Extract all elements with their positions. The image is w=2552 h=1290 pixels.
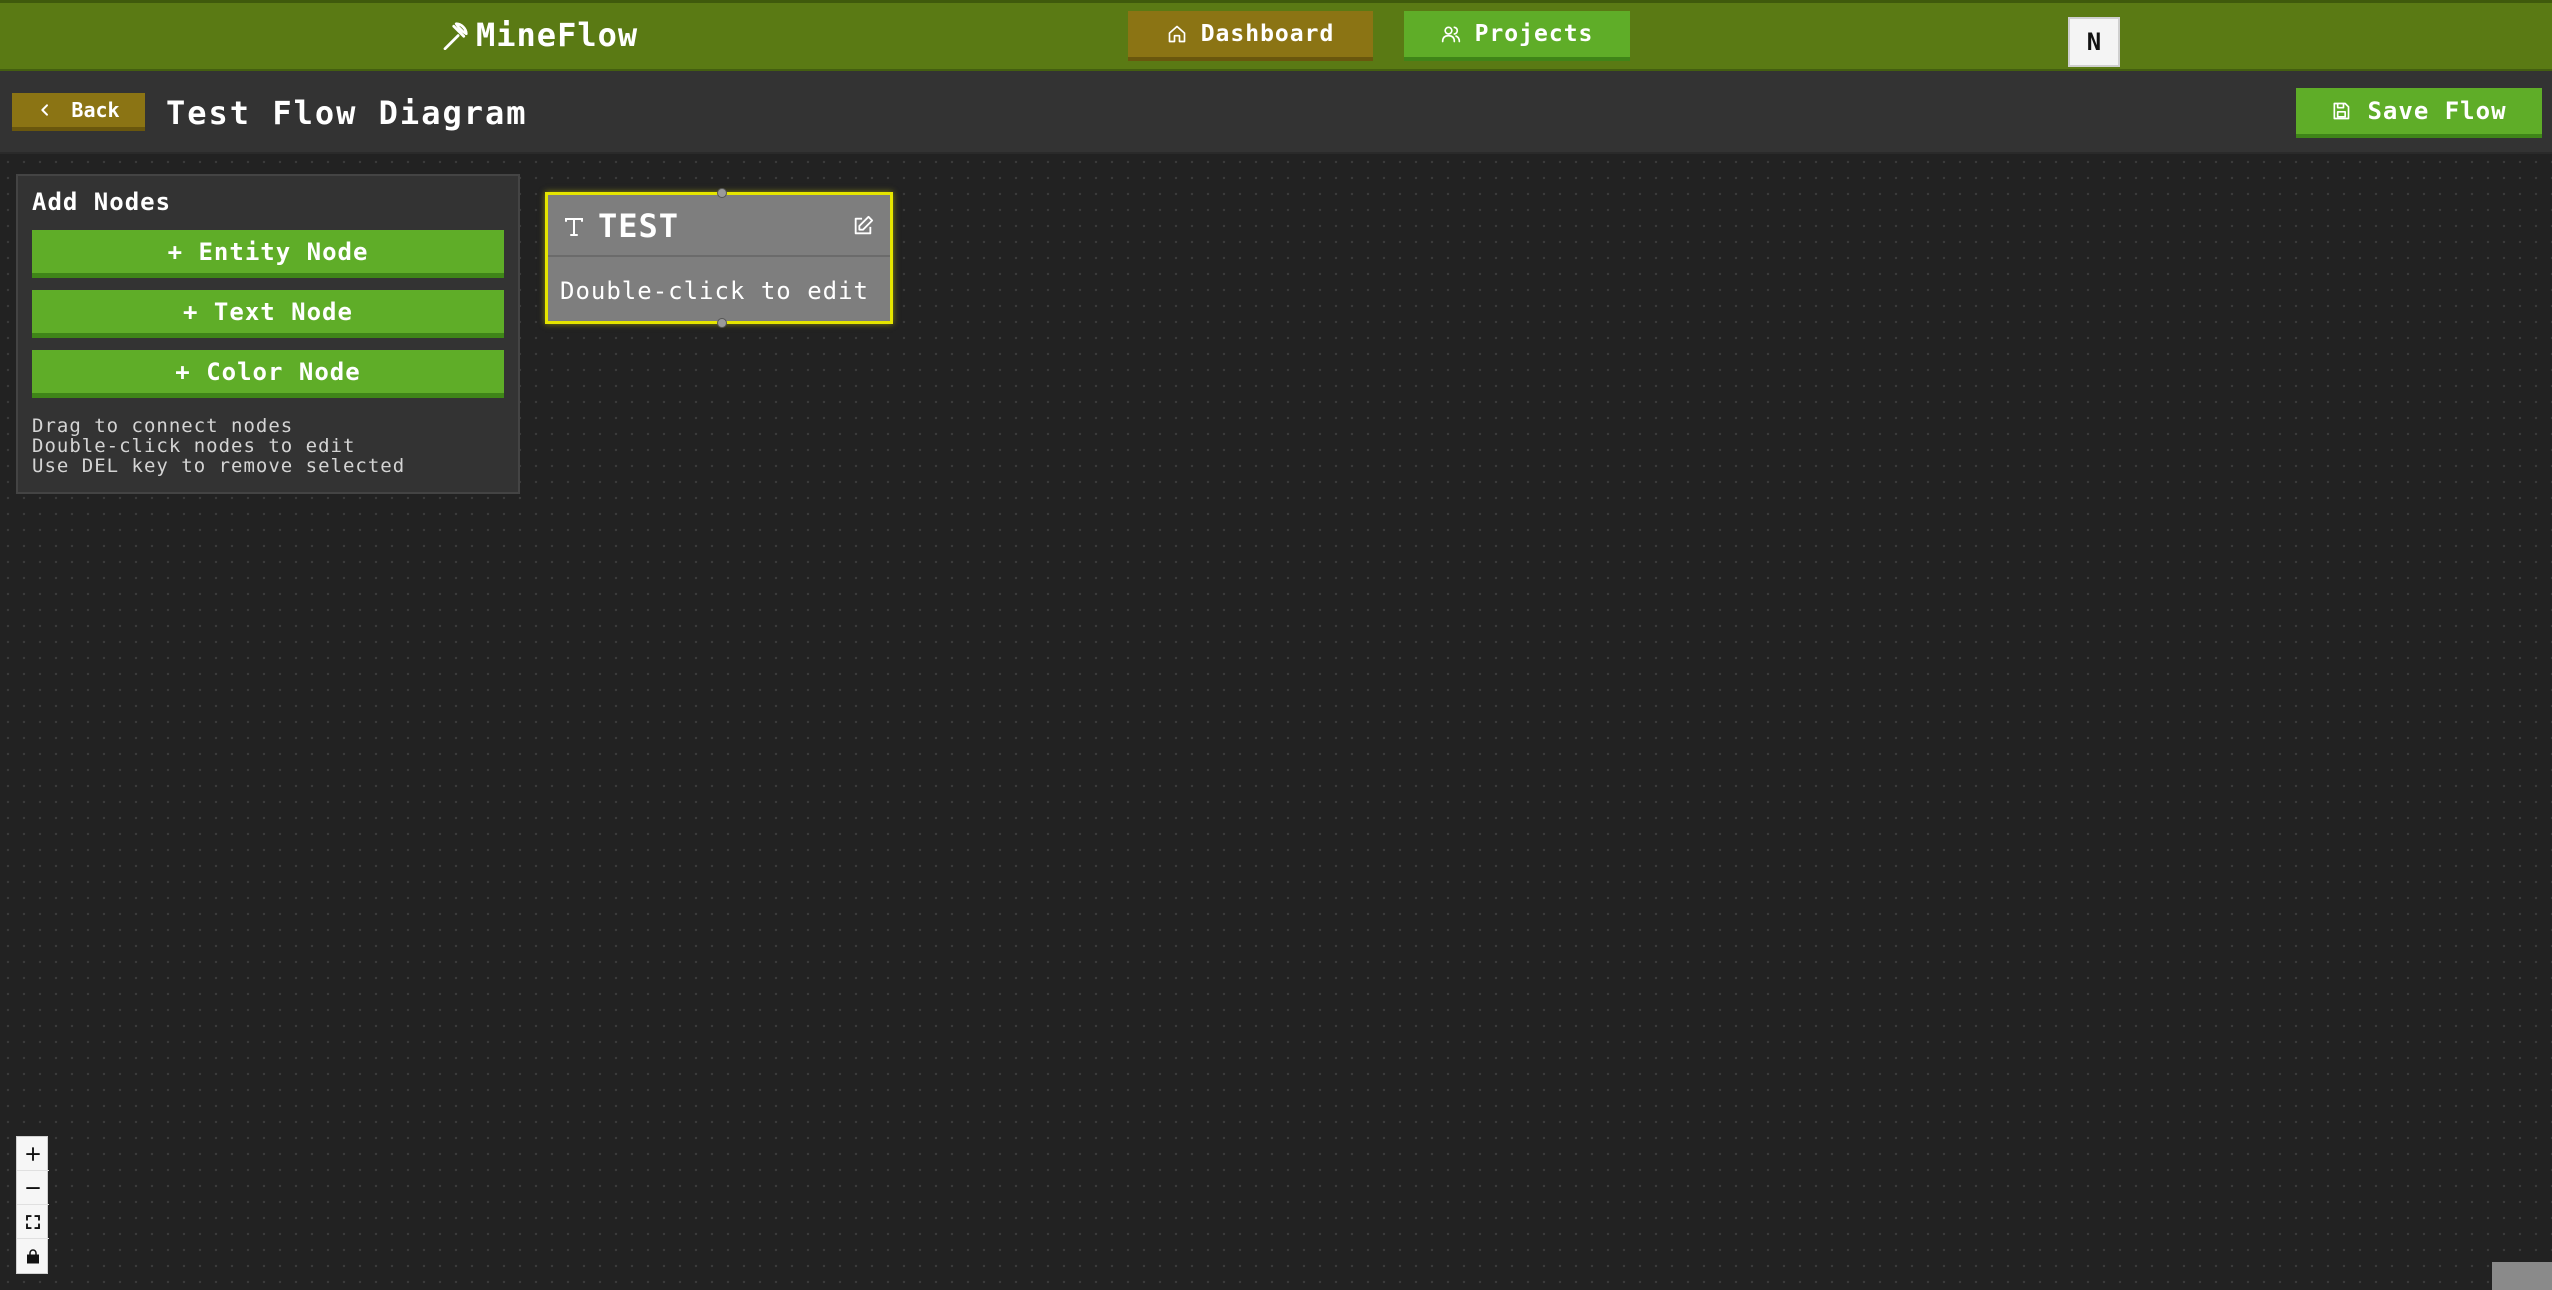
help-line: Drag to connect nodes [32, 415, 294, 437]
node-header: TEST [548, 195, 890, 257]
zoom-out-button[interactable] [17, 1171, 49, 1205]
node-output-handle[interactable] [717, 318, 727, 328]
fit-view-button[interactable] [17, 1205, 49, 1239]
app-logo[interactable]: MineFlow [440, 15, 638, 55]
lock-button[interactable] [17, 1239, 49, 1273]
users-icon [1441, 26, 1460, 43]
add-entity-node-button[interactable]: + Entity Node [32, 230, 504, 278]
page-title: Test Flow Diagram [166, 94, 528, 132]
chevron-left-icon [41, 104, 49, 116]
panel-title: Add Nodes [32, 188, 172, 216]
attribution-corner [2492, 1262, 2552, 1290]
text-type-icon [565, 218, 583, 236]
node-title: TEST [598, 207, 680, 245]
help-line: Use DEL key to remove selected [32, 455, 406, 477]
save-icon [2333, 102, 2350, 120]
add-color-node-button[interactable]: + Color Node [32, 350, 504, 398]
edit-icon[interactable] [852, 215, 874, 237]
nav-dashboard-label: Dashboard [1200, 21, 1335, 47]
text-node[interactable]: TEST Double-click to edit [545, 188, 893, 328]
help-text: Drag to connect nodes Double-click nodes… [32, 416, 405, 476]
flow-canvas[interactable]: Add Nodes + Entity Node + Text Node + Co… [0, 154, 2552, 1290]
back-label: Back [71, 98, 120, 122]
nav-projects-label: Projects [1474, 21, 1594, 47]
user-avatar[interactable]: N [2068, 17, 2120, 67]
nav-dashboard-button[interactable]: Dashboard [1128, 11, 1373, 61]
zoom-in-button[interactable] [17, 1137, 49, 1171]
save-flow-button[interactable]: Save Flow [2296, 88, 2542, 138]
pickaxe-icon [443, 22, 468, 50]
add-text-node-button[interactable]: + Text Node [32, 290, 504, 338]
app-name: MineFlow [476, 16, 639, 54]
save-flow-label: Save Flow [2367, 97, 2507, 125]
back-button[interactable]: Back [12, 93, 145, 131]
canvas-controls [16, 1136, 49, 1274]
top-navbar: MineFlow Dashboard Projects N [0, 0, 2552, 71]
home-icon [1168, 25, 1186, 43]
flow-header: Back Test Flow Diagram Save Flow [0, 71, 2552, 154]
zoom-out-icon [26, 1186, 40, 1189]
lock-icon [27, 1249, 39, 1264]
nav-projects-button[interactable]: Projects [1404, 11, 1630, 61]
help-line: Double-click nodes to edit [32, 435, 356, 457]
fit-view-icon [26, 1214, 40, 1229]
node-body-text: Double-click to edit [560, 277, 869, 305]
zoom-in-icon [26, 1146, 40, 1161]
add-nodes-panel: Add Nodes + Entity Node + Text Node + Co… [16, 174, 520, 494]
